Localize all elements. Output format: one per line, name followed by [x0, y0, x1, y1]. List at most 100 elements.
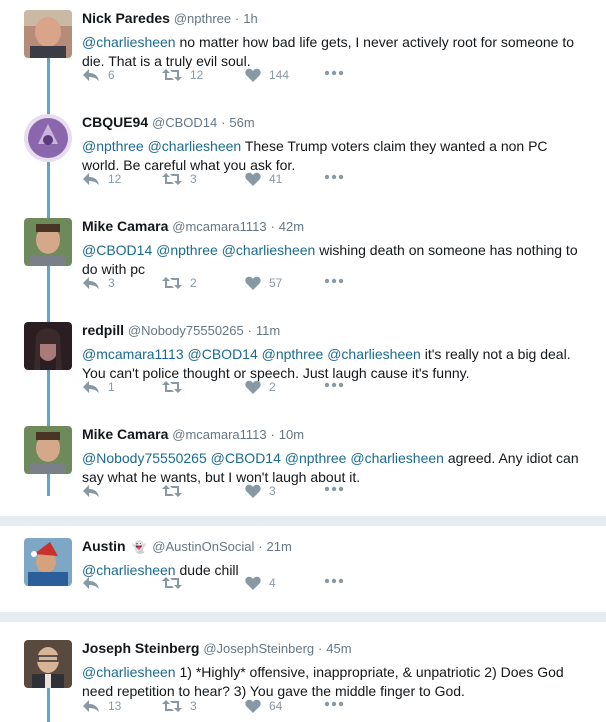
more-button[interactable]: [324, 70, 344, 76]
tweet-actions: 13 3 64: [82, 699, 382, 719]
separator: ·: [270, 427, 275, 442]
reply-count: 3: [108, 276, 115, 290]
like-button[interactable]: 3: [245, 484, 276, 498]
like-button[interactable]: 64: [245, 699, 282, 713]
display-name[interactable]: redpill: [82, 322, 124, 338]
avatar[interactable]: [24, 114, 72, 162]
avatar[interactable]: [24, 322, 72, 370]
more-button[interactable]: [324, 701, 344, 707]
mention-link[interactable]: @charliesheen: [82, 664, 176, 680]
display-name[interactable]: Joseph Steinberg: [82, 640, 199, 656]
avatar[interactable]: [24, 218, 72, 266]
avatar[interactable]: [24, 640, 72, 688]
mention-link[interactable]: @Nobody75550265 @CBOD14 @npthree @charli…: [82, 450, 444, 466]
reply-icon: [83, 577, 99, 589]
retweet-icon: [162, 700, 182, 712]
reply-button[interactable]: [82, 484, 108, 498]
more-button[interactable]: [324, 382, 344, 388]
mention-link[interactable]: @mcamara1113 @CBOD14 @npthree @charliesh…: [82, 346, 421, 362]
reply-button[interactable]: 3: [82, 276, 115, 290]
reply-button[interactable]: 6: [82, 68, 115, 82]
reply-icon: [83, 173, 99, 185]
mention-link[interactable]: @charliesheen: [82, 34, 176, 50]
mention-link[interactable]: @CBOD14 @npthree @charliesheen: [82, 242, 315, 258]
display-name[interactable]: Nick Paredes: [82, 10, 170, 26]
more-button[interactable]: [324, 486, 344, 492]
tweet-header: CBQUE94 @CBOD14 · 56m: [82, 114, 606, 131]
tweet-header: redpill @Nobody75550265 · 11m: [82, 322, 606, 339]
timestamp[interactable]: 10m: [279, 427, 304, 442]
like-count: 4: [269, 576, 276, 590]
like-button[interactable]: 57: [245, 276, 282, 290]
more-button[interactable]: [324, 278, 344, 284]
retweet-count: 3: [190, 699, 197, 713]
like-count: 41: [269, 172, 283, 186]
retweet-button[interactable]: 12: [162, 68, 203, 82]
timestamp[interactable]: 11m: [256, 323, 280, 338]
separator: ·: [221, 115, 226, 130]
tweet[interactable]: redpill @Nobody75550265 · 11m @mcamara11…: [0, 312, 606, 416]
timestamp[interactable]: 42m: [279, 219, 304, 234]
tweet-actions: 1 2: [82, 380, 382, 400]
more-button[interactable]: [324, 578, 344, 584]
tweet-header: Nick Paredes @npthree · 1h: [82, 10, 606, 27]
timestamp[interactable]: 21m: [267, 539, 292, 554]
like-count: 2: [269, 380, 276, 394]
tweet-actions: 12 3 41: [82, 172, 382, 192]
reply-button[interactable]: 12: [82, 172, 121, 186]
user-handle[interactable]: @mcamara1113: [172, 427, 266, 442]
avatar[interactable]: [24, 538, 72, 586]
user-handle[interactable]: @AustinOnSocial: [152, 539, 254, 554]
heart-icon: [245, 172, 261, 186]
retweet-count: 2: [190, 276, 197, 290]
heart-icon: [245, 699, 261, 713]
timestamp[interactable]: 1h: [243, 11, 257, 26]
user-handle[interactable]: @mcamara1113: [172, 219, 266, 234]
standalone-reply: Joseph Steinberg @JosephSteinberg · 45m …: [0, 622, 606, 722]
display-name[interactable]: Austin: [82, 538, 126, 554]
retweet-button[interactable]: [162, 576, 190, 590]
user-handle[interactable]: @npthree: [174, 11, 231, 26]
tweet-text: @charliesheen 1) *Highly* offensive, ina…: [82, 663, 582, 701]
display-name[interactable]: CBQUE94: [82, 114, 148, 130]
tweet[interactable]: Austin 👻 @AustinOnSocial · 21m @charlies…: [0, 526, 606, 612]
tweet[interactable]: CBQUE94 @CBOD14 · 56m @npthree @charlies…: [0, 104, 606, 208]
separator: ·: [247, 323, 252, 338]
retweet-button[interactable]: 3: [162, 699, 197, 713]
user-handle[interactable]: @Nobody75550265: [128, 323, 244, 338]
tweet-actions: 4: [82, 576, 382, 596]
tweet-header: Joseph Steinberg @JosephSteinberg · 45m: [82, 640, 606, 657]
tweet[interactable]: Joseph Steinberg @JosephSteinberg · 45m …: [0, 622, 606, 722]
separator: ·: [235, 11, 240, 26]
like-button[interactable]: 4: [245, 576, 276, 590]
display-name[interactable]: Mike Camara: [82, 426, 168, 442]
reply-button[interactable]: 1: [82, 380, 115, 394]
user-handle[interactable]: @JosephSteinberg: [203, 641, 314, 656]
tweet[interactable]: Mike Camara @mcamara1113 · 42m @CBOD14 @…: [0, 208, 606, 312]
retweet-button[interactable]: [162, 380, 190, 394]
avatar[interactable]: [24, 10, 72, 58]
timestamp[interactable]: 56m: [229, 115, 254, 130]
like-button[interactable]: 144: [245, 68, 289, 82]
tweet[interactable]: Nick Paredes @npthree · 1h @charliesheen…: [0, 0, 606, 104]
avatar[interactable]: [24, 426, 72, 474]
retweet-button[interactable]: 2: [162, 276, 197, 290]
reply-button[interactable]: 13: [82, 699, 121, 713]
timestamp[interactable]: 45m: [326, 641, 351, 656]
retweet-button[interactable]: [162, 484, 190, 498]
mention-link[interactable]: @npthree @charliesheen: [82, 138, 241, 154]
retweet-button[interactable]: 3: [162, 172, 197, 186]
like-button[interactable]: 2: [245, 380, 276, 394]
reply-count: 13: [108, 699, 122, 713]
ghost-emoji: 👻: [131, 540, 147, 554]
retweet-icon: [162, 381, 182, 393]
user-handle[interactable]: @CBOD14: [152, 115, 217, 130]
like-button[interactable]: 41: [245, 172, 282, 186]
display-name[interactable]: Mike Camara: [82, 218, 168, 234]
more-button[interactable]: [324, 174, 344, 180]
more-icon: [324, 278, 344, 284]
tweet[interactable]: Mike Camara @mcamara1113 · 10m @Nobody75…: [0, 416, 606, 520]
reply-icon: [83, 277, 99, 289]
reply-button[interactable]: [82, 576, 108, 590]
more-icon: [324, 70, 344, 76]
